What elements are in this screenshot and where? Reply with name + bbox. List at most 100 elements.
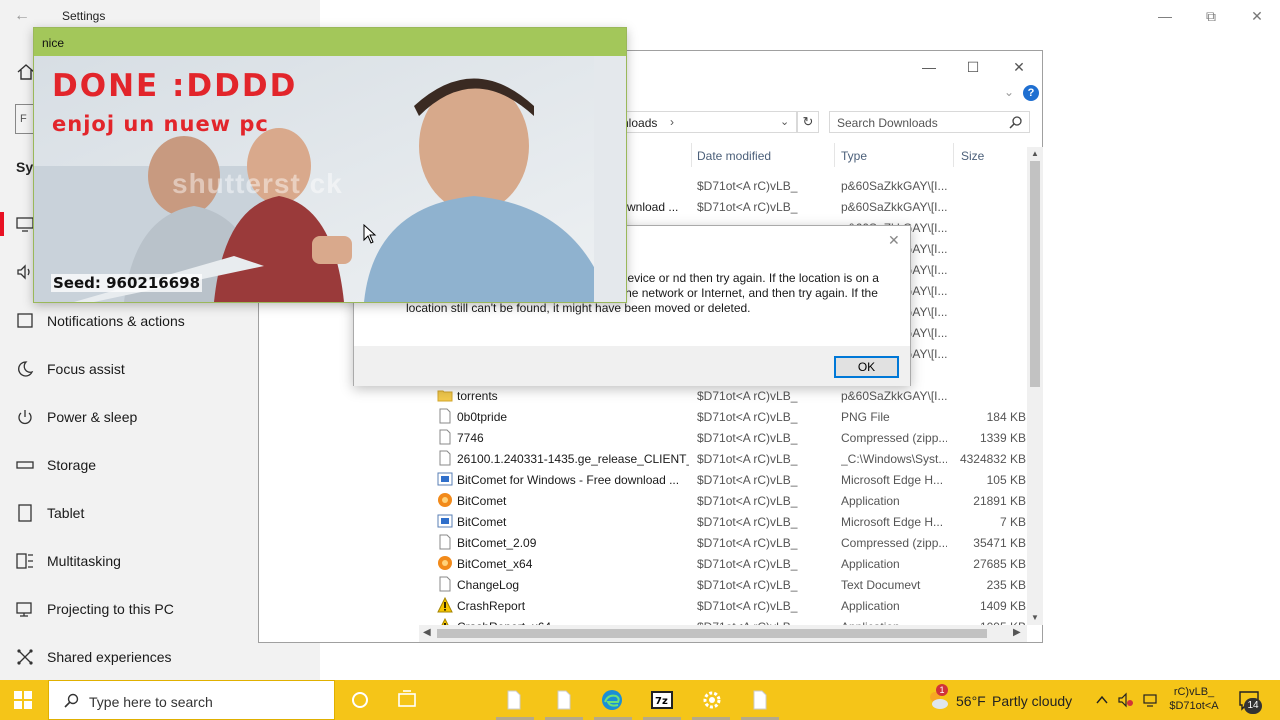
close-button[interactable]: ✕ bbox=[1009, 59, 1029, 75]
column-separator[interactable] bbox=[953, 143, 954, 167]
7zip-icon[interactable]: 7z bbox=[650, 688, 674, 712]
cortana-icon[interactable] bbox=[348, 688, 372, 712]
table-row[interactable]: BitComet_2.09 $D71ot<A rC)vLB_ Compressed … bbox=[259, 532, 1029, 553]
file-size: 1409 KB bbox=[979, 599, 1026, 613]
power-icon bbox=[18, 410, 32, 425]
search-icon bbox=[64, 693, 79, 708]
scroll-left-icon[interactable]: ◀ bbox=[423, 627, 431, 638]
warning-icon bbox=[437, 596, 453, 613]
minimize-button[interactable]: — bbox=[1155, 6, 1175, 26]
file-type: Compressed (zipp... bbox=[841, 536, 947, 550]
search-input[interactable]: Search Downloads bbox=[829, 111, 1030, 133]
file-type: p&60SaZkkGAY\[I... bbox=[841, 200, 947, 214]
windows-start-icon[interactable] bbox=[14, 691, 32, 709]
weather-description[interactable]: Partly cloudy bbox=[992, 693, 1072, 709]
file-name: ChangeLog bbox=[457, 578, 520, 592]
notification-count-badge: 14 bbox=[1244, 698, 1262, 714]
file-icon[interactable] bbox=[502, 688, 526, 712]
scroll-down-icon[interactable]: ▼ bbox=[1030, 613, 1040, 622]
horizontal-scrollbar[interactable]: ◀ ▶ bbox=[419, 625, 1027, 642]
table-row[interactable]: ChangeLog $D71ot<A rC)vLB_ Text Documevt 23… bbox=[259, 574, 1029, 595]
taskbar-search-input[interactable]: Type here to search bbox=[48, 680, 335, 720]
column-header-size[interactable]: Size bbox=[961, 149, 984, 163]
bitcomet-icon bbox=[437, 555, 453, 571]
refresh-button[interactable]: ↻ bbox=[797, 111, 819, 133]
shared-experiences-icon bbox=[17, 649, 33, 665]
sidebar-item-label: Tablet bbox=[47, 505, 85, 521]
scroll-up-icon[interactable]: ▲ bbox=[1030, 149, 1040, 158]
chevron-up-icon[interactable] bbox=[1094, 692, 1110, 708]
file-icon bbox=[437, 576, 453, 592]
column-separator[interactable] bbox=[691, 143, 692, 167]
file-icon bbox=[437, 429, 453, 445]
weather-temperature[interactable]: 56°F bbox=[956, 693, 986, 709]
popup-title: nice bbox=[42, 36, 65, 50]
close-button[interactable]: ✕ bbox=[1247, 6, 1267, 26]
file-date: $D71ot<A rC)vLB_ bbox=[697, 410, 798, 424]
back-arrow-icon[interactable]: ← bbox=[14, 6, 34, 26]
popup-titlebar[interactable]: nice bbox=[34, 28, 626, 56]
minimize-button[interactable]: — bbox=[919, 59, 939, 75]
file-icon bbox=[437, 534, 453, 550]
file-date: $D71ot<A rC)vLB_ bbox=[697, 536, 798, 550]
display-icon[interactable] bbox=[16, 215, 34, 233]
bitcomet-icon bbox=[437, 492, 453, 508]
settings-gear-icon[interactable] bbox=[700, 688, 724, 712]
focus-assist-icon bbox=[18, 361, 34, 377]
table-row[interactable]: BitComet_x64 $D71ot<A rC)vLB_ Application 2… bbox=[259, 553, 1029, 574]
file-date: $D71ot<A rC)vLB_ bbox=[697, 389, 798, 403]
file-icon[interactable] bbox=[552, 688, 576, 712]
column-header-date[interactable]: Date modified bbox=[697, 149, 771, 163]
file-date: $D71ot<A rC)vLB_ bbox=[697, 599, 798, 613]
scroll-thumb[interactable] bbox=[1030, 161, 1040, 387]
table-row[interactable]: BitComet for Windows - Free download ...… bbox=[259, 469, 1029, 490]
scroll-right-icon[interactable]: ▶ bbox=[1013, 627, 1021, 638]
file-size: 21891 KB bbox=[973, 494, 1026, 508]
file-type: PNG File bbox=[841, 410, 890, 424]
file-date: $D71ot<A rC)vLB_ bbox=[697, 473, 798, 487]
file-type: Application bbox=[841, 557, 900, 571]
sidebar-item-label: Multitasking bbox=[47, 553, 121, 569]
sidebar-item-shared-experiences[interactable]: Shared experiences bbox=[0, 637, 320, 677]
close-icon[interactable]: ✕ bbox=[888, 232, 900, 249]
seed-label: Seed: 960216698 bbox=[51, 274, 203, 292]
table-row[interactable]: 26100.1.240331-1435.ge_release_CLIENT_I.… bbox=[259, 448, 1029, 469]
popup-subline: enjoj un nuew pc bbox=[52, 112, 269, 136]
find-setting-input[interactable]: F bbox=[15, 104, 35, 134]
column-separator[interactable] bbox=[834, 143, 835, 167]
table-row[interactable]: BitComet $D71ot<A rC)vLB_ Microsoft Edge H… bbox=[259, 511, 1029, 532]
scroll-thumb[interactable] bbox=[437, 629, 987, 638]
maximize-button[interactable]: ☐ bbox=[963, 59, 983, 75]
table-row[interactable]: 7746 $D71ot<A rC)vLB_ Compressed (zipp... 1… bbox=[259, 427, 1029, 448]
task-view-icon[interactable] bbox=[395, 688, 419, 712]
column-header-type[interactable]: Type bbox=[841, 149, 867, 163]
address-bar[interactable]: nloads › ⌄ bbox=[619, 111, 797, 133]
breadcrumb-chevron-icon[interactable]: › bbox=[670, 115, 674, 129]
file-size: 235 KB bbox=[986, 578, 1026, 592]
taskbar-search-placeholder: Type here to search bbox=[89, 694, 213, 710]
taskbar: Type here to search 7z 1 56°F Partly clo… bbox=[0, 680, 1280, 720]
file-name: 7746 bbox=[457, 431, 484, 445]
edge-browser-icon[interactable] bbox=[600, 688, 624, 712]
file-icon[interactable] bbox=[748, 688, 772, 712]
vertical-scrollbar[interactable]: ▲ ▼ bbox=[1027, 147, 1043, 625]
nice-popup-window: nice DONE :DDDD enjoj un nuew pc shutter… bbox=[33, 27, 627, 303]
watermark-text: shutterst ck bbox=[172, 168, 343, 199]
network-icon[interactable] bbox=[1142, 692, 1158, 708]
chevron-down-icon[interactable]: ⌄ bbox=[1004, 85, 1014, 99]
ok-button[interactable]: OK bbox=[834, 356, 899, 378]
restore-button[interactable]: ⧉ bbox=[1201, 6, 1221, 26]
sound-icon[interactable] bbox=[16, 263, 34, 281]
help-icon[interactable]: ? bbox=[1023, 85, 1039, 101]
sidebar-item-label: Focus assist bbox=[47, 361, 125, 377]
table-row[interactable]: CrashReport $D71ot<A rC)vLB_ Application 14… bbox=[259, 595, 1029, 616]
table-row[interactable]: BitComet $D71ot<A rC)vLB_ Application 21891… bbox=[259, 490, 1029, 511]
selected-indicator bbox=[0, 212, 4, 236]
chevron-down-icon[interactable]: ⌄ bbox=[780, 115, 789, 128]
table-row[interactable]: 0b0tpride $D71ot<A rC)vLB_ PNG File 184 KB bbox=[259, 406, 1029, 427]
settings-title: Settings bbox=[62, 9, 106, 23]
file-type: Microsoft Edge H... bbox=[841, 473, 944, 487]
volume-muted-icon[interactable] bbox=[1118, 692, 1134, 708]
taskbar-clock[interactable]: rC)vLB_ $D71ot<A bbox=[1162, 685, 1226, 713]
table-row[interactable]: torrents $D71ot<A rC)vLB_ p&60SaZkkGAY\[I.… bbox=[259, 385, 1029, 406]
